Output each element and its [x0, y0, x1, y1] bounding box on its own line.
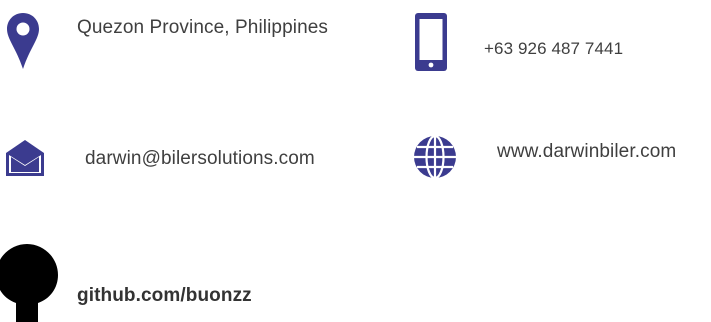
map-pin-icon: [7, 13, 39, 69]
website-text[interactable]: www.darwinbiler.com: [497, 141, 676, 163]
github-text[interactable]: github.com/buonzz: [77, 285, 252, 307]
mobile-phone-icon: [415, 13, 447, 71]
github-icon: [0, 244, 58, 322]
email-text[interactable]: darwin@bilersolutions.com: [85, 148, 315, 170]
globe-icon: [414, 135, 456, 179]
phone-text: +63 926 487 7441: [484, 39, 624, 58]
envelope-icon: [6, 140, 44, 176]
location-text: Quezon Province, Philippines: [77, 17, 328, 38]
